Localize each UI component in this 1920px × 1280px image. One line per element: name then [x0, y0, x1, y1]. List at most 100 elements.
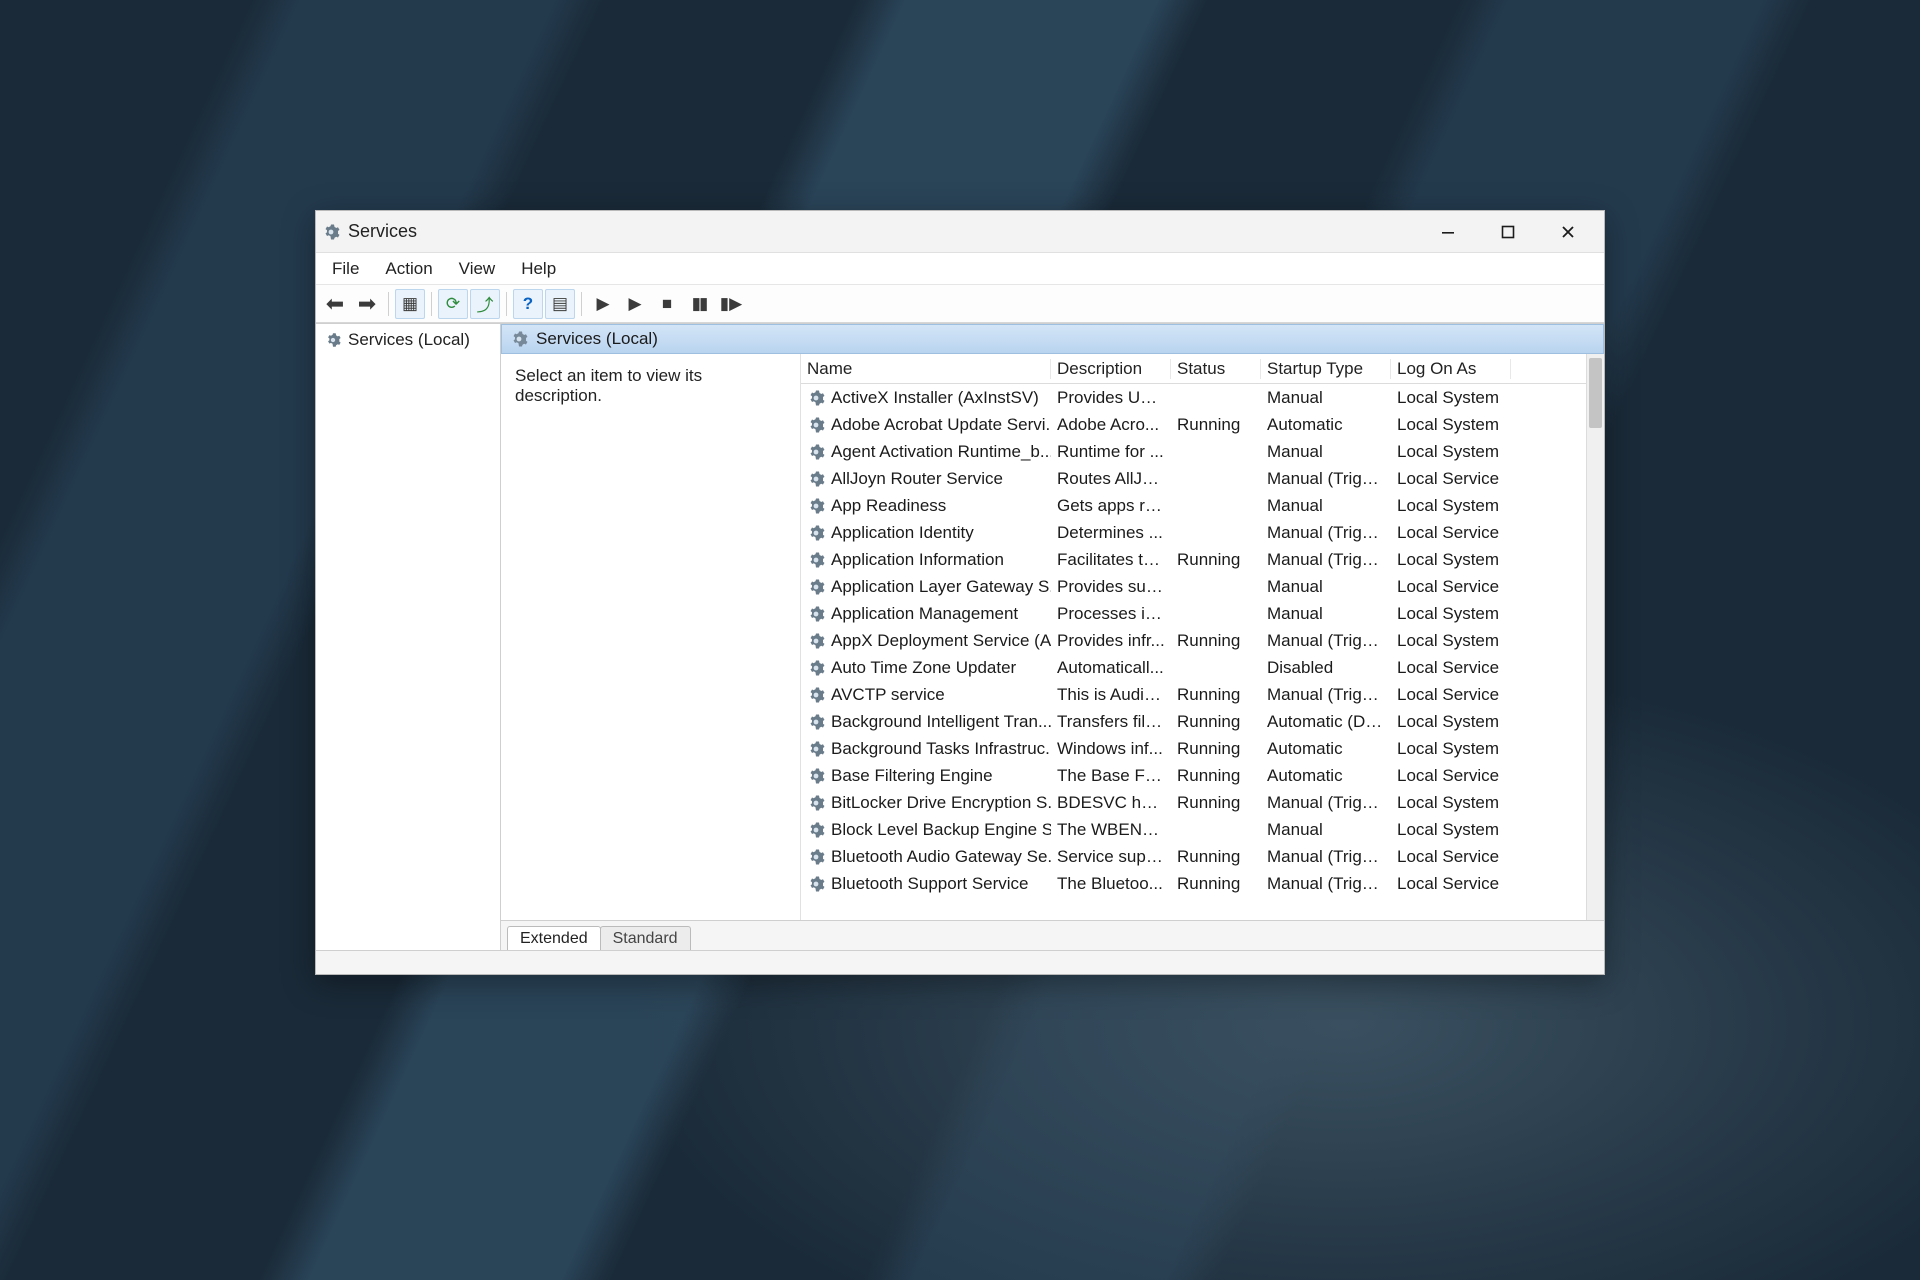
service-row[interactable]: Application ManagementProcesses in...Man…: [801, 600, 1586, 627]
service-name: Base Filtering Engine: [831, 766, 993, 786]
service-logon: Local System: [1391, 388, 1511, 408]
service-row[interactable]: AVCTP serviceThis is Audio...RunningManu…: [801, 681, 1586, 708]
detail-prompt: Select an item to view its description.: [515, 366, 786, 406]
service-row[interactable]: Agent Activation Runtime_b...Runtime for…: [801, 438, 1586, 465]
console-tree: Services (Local): [316, 324, 501, 950]
menu-help[interactable]: Help: [511, 257, 566, 281]
service-status: Running: [1171, 631, 1261, 651]
service-row[interactable]: Application Information Facilitates th...…: [801, 546, 1586, 573]
service-logon: Local Service: [1391, 469, 1511, 489]
service-row[interactable]: Adobe Acrobat Update Servi...Adobe Acro.…: [801, 411, 1586, 438]
service-row[interactable]: App ReadinessGets apps re...ManualLocal …: [801, 492, 1586, 519]
tree-item-services-local[interactable]: Services (Local): [322, 328, 494, 352]
stop-service-button[interactable]: ▶: [620, 289, 650, 319]
service-row[interactable]: Background Tasks Infrastruc...Windows in…: [801, 735, 1586, 762]
body-area: Services (Local) Services (Local) Select…: [316, 323, 1604, 950]
service-description: Determines ...: [1051, 523, 1171, 543]
service-row[interactable]: BitLocker Drive Encryption S...BDESVC ho…: [801, 789, 1586, 816]
service-name: App Readiness: [831, 496, 946, 516]
help-button[interactable]: ?: [513, 289, 543, 319]
service-description: Routes AllJo...: [1051, 469, 1171, 489]
service-name: Background Tasks Infrastruc...: [831, 739, 1051, 759]
main-pane-header-label: Services (Local): [536, 329, 658, 349]
toolbar: ⬅ ➡ ▦ ⟳ ⤴ ? ▤ ▶ ▶ ■ ▮▮ ▮▶: [316, 285, 1604, 323]
service-row[interactable]: Auto Time Zone UpdaterAutomaticall...Dis…: [801, 654, 1586, 681]
gear-icon: [807, 578, 825, 596]
service-startup: Manual: [1261, 388, 1391, 408]
service-logon: Local System: [1391, 739, 1511, 759]
scrollbar-thumb[interactable]: [1589, 358, 1602, 428]
service-row[interactable]: ActiveX Installer (AxInstSV)Provides Use…: [801, 384, 1586, 411]
refresh-button[interactable]: ⟳: [438, 289, 468, 319]
service-description: Automaticall...: [1051, 658, 1171, 678]
service-row[interactable]: Background Intelligent Tran...Transfers …: [801, 708, 1586, 735]
nav-back-button[interactable]: ⬅: [320, 289, 350, 319]
gear-icon: [807, 524, 825, 542]
export-list-button[interactable]: ⤴: [470, 289, 500, 319]
nav-forward-button[interactable]: ➡: [352, 289, 382, 319]
service-startup: Manual (Trigg...: [1261, 847, 1391, 867]
service-name: Application Identity: [831, 523, 974, 543]
service-startup: Manual (Trigg...: [1261, 793, 1391, 813]
gear-icon: [807, 767, 825, 785]
service-row[interactable]: Bluetooth Audio Gateway Se...Service sup…: [801, 843, 1586, 870]
restart-service-button[interactable]: ▮▶: [716, 289, 746, 319]
service-description: Facilitates th...: [1051, 550, 1171, 570]
service-name: Bluetooth Audio Gateway Se...: [831, 847, 1051, 867]
services-window: Services File Action View Help ⬅ ➡ ▦ ⟳ ⤴…: [315, 210, 1605, 975]
list-header: Name Description Status Startup Type Log…: [801, 354, 1586, 384]
service-row[interactable]: Bluetooth Support Service The Bluetoo...R…: [801, 870, 1586, 897]
col-name[interactable]: Name: [801, 359, 1051, 379]
gear-icon: [807, 443, 825, 461]
service-name: ActiveX Installer (AxInstSV): [831, 388, 1039, 408]
maximize-button[interactable]: [1478, 211, 1538, 253]
service-startup: Manual: [1261, 442, 1391, 462]
service-logon: Local Service: [1391, 874, 1511, 894]
close-button[interactable]: [1538, 211, 1598, 253]
list-rows: ActiveX Installer (AxInstSV)Provides Use…: [801, 384, 1586, 920]
service-name: Bluetooth Support Service: [831, 874, 1029, 894]
service-row[interactable]: AppX Deployment Service (A...Provides in…: [801, 627, 1586, 654]
service-startup: Manual (Trigg...: [1261, 550, 1391, 570]
service-description: The Base Filt...: [1051, 766, 1171, 786]
tab-standard[interactable]: Standard: [600, 926, 691, 950]
service-logon: Local System: [1391, 442, 1511, 462]
service-status: Running: [1171, 685, 1261, 705]
col-logon[interactable]: Log On As: [1391, 359, 1511, 379]
col-status[interactable]: Status: [1171, 359, 1261, 379]
service-description: Provides infr...: [1051, 631, 1171, 651]
menubar: File Action View Help: [316, 253, 1604, 285]
menu-file[interactable]: File: [322, 257, 369, 281]
gear-icon: [807, 551, 825, 569]
service-row[interactable]: AllJoyn Router ServiceRoutes AllJo...Man…: [801, 465, 1586, 492]
menu-action[interactable]: Action: [375, 257, 442, 281]
toolbar-separator: [431, 292, 432, 316]
service-name: Application Information: [831, 550, 1004, 570]
tab-extended[interactable]: Extended: [507, 926, 601, 950]
service-row[interactable]: Application Layer Gateway S...Provides s…: [801, 573, 1586, 600]
service-name: Adobe Acrobat Update Servi...: [831, 415, 1051, 435]
service-logon: Local System: [1391, 550, 1511, 570]
col-description[interactable]: Description: [1051, 359, 1171, 379]
col-startup[interactable]: Startup Type: [1261, 359, 1391, 379]
pause-service-button[interactable]: ▮▮: [684, 289, 714, 319]
stop-square-button[interactable]: ■: [652, 289, 682, 319]
service-startup: Manual: [1261, 496, 1391, 516]
minimize-button[interactable]: [1418, 211, 1478, 253]
service-description: Windows inf...: [1051, 739, 1171, 759]
main-split: Select an item to view its description. …: [501, 354, 1604, 920]
vertical-scrollbar[interactable]: [1586, 354, 1604, 920]
service-logon: Local Service: [1391, 577, 1511, 597]
start-service-button[interactable]: ▶: [588, 289, 618, 319]
menu-view[interactable]: View: [449, 257, 506, 281]
service-startup: Manual (Trigg...: [1261, 523, 1391, 543]
properties-button[interactable]: ▤: [545, 289, 575, 319]
service-description: This is Audio...: [1051, 685, 1171, 705]
service-row[interactable]: Block Level Backup Engine S...The WBENGI…: [801, 816, 1586, 843]
status-bar: [316, 950, 1604, 974]
service-row[interactable]: Application Identity Determines ... Manual…: [801, 519, 1586, 546]
service-status: Running: [1171, 874, 1261, 894]
show-hide-tree-button[interactable]: ▦: [395, 289, 425, 319]
service-description: The Bluetoo...: [1051, 874, 1171, 894]
service-row[interactable]: Base Filtering EngineThe Base Filt...Run…: [801, 762, 1586, 789]
